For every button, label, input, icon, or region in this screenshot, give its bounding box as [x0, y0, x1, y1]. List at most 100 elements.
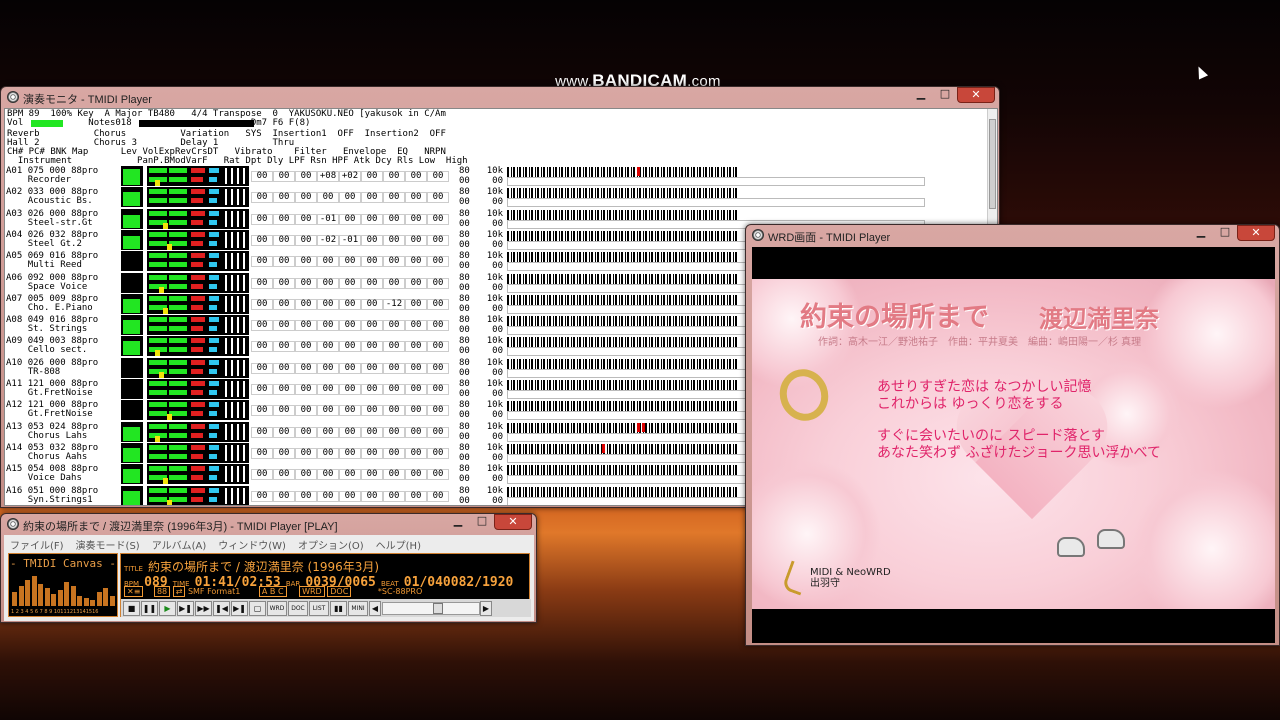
eq-nrpn-values: 80 10k 00 00 — [459, 272, 503, 293]
minimize-button[interactable]: ▁ — [909, 87, 933, 103]
fast-forward-button[interactable]: ▶▶ — [195, 600, 212, 616]
wrd-credits: 作詞：高木一江／野池祐子 作曲：平井夏美 編曲：嶋田陽一／杉 真理 — [818, 337, 1142, 348]
lyric-line: これからは ゆっくり恋をする — [877, 396, 1064, 412]
close-button[interactable]: ✕ — [1237, 225, 1275, 241]
tmidi-canvas[interactable]: - TMIDI Canvas - 1 2 3 4 5 6 7 8 9 10111… — [8, 553, 118, 617]
menu-play-mode[interactable]: 演奏モード(S) — [76, 537, 140, 552]
pause-button[interactable]: ❚❚ — [141, 600, 158, 616]
level-meter — [121, 400, 143, 421]
channel-label: A09 049 003 88pro Cello sect. — [6, 336, 99, 356]
channel-label: A08 049 016 88pro St. Strings — [6, 315, 99, 335]
maximize-button[interactable]: □ — [1213, 225, 1237, 241]
controller-bars — [147, 251, 249, 272]
keyboard-display — [507, 294, 737, 305]
spectrum-bar — [57, 590, 63, 606]
param-values: 00 00 00 -01 00 00 00 00 00 — [251, 213, 449, 225]
channel-row: A02 033 000 88pro Acoustic Bs. 00 00 00 00 00… — [5, 187, 997, 208]
notes-meter — [139, 120, 254, 127]
spectrum-bar — [109, 596, 115, 606]
controller-bars — [147, 421, 249, 442]
minimize-button[interactable]: ▁ — [1189, 225, 1213, 241]
seek-slider-thumb[interactable] — [433, 602, 443, 614]
eq-nrpn-values: 80 10k 00 00 — [459, 464, 503, 485]
level-meter — [121, 208, 143, 229]
app-icon — [7, 518, 19, 530]
stop-button[interactable]: ■ — [123, 600, 140, 616]
controller-bars — [147, 400, 249, 421]
rose-decoration — [1132, 469, 1275, 609]
master-volume-bar — [31, 120, 63, 127]
previous-button[interactable]: ❚◀ — [213, 600, 230, 616]
seek-slider[interactable] — [382, 601, 480, 615]
song-info-panel: TITLE 約束の場所まで / 渡辺満里奈 (1996年3月) BPM 089 … — [120, 553, 531, 617]
menu-file[interactable]: ファイル(F) — [10, 537, 64, 552]
minimize-button[interactable]: ▁ — [446, 514, 470, 530]
eq-nrpn-values: 80 10k 00 00 — [459, 357, 503, 378]
keyboard-display — [507, 273, 737, 284]
level-meter — [121, 187, 143, 208]
menu-help[interactable]: ヘルプ(H) — [376, 537, 421, 552]
canvas-title: - TMIDI Canvas - — [10, 557, 116, 570]
maximize-button[interactable]: □ — [933, 87, 957, 103]
list-button[interactable]: LIST — [309, 600, 329, 616]
param-values: 00 00 00 00 00 00 00 00 00 — [251, 384, 449, 395]
controller-bars — [147, 187, 249, 208]
wrd-button[interactable]: WRD — [267, 600, 287, 616]
next-button[interactable]: ▶❚ — [231, 600, 248, 616]
column-header-2: Instrument PanP.BModVarF Rat Dpt Dly LPF… — [7, 156, 468, 166]
param-values: 00 00 00 +08 +02 00 00 00 00 — [251, 171, 449, 182]
wrd-song-title: 約束の場所まで — [800, 302, 989, 333]
eq-nrpn-values: 80 10k 00 00 — [459, 293, 503, 314]
channel-label: A16 051 000 88pro Syn.Strings1 — [6, 485, 99, 505]
level-meter — [121, 379, 143, 399]
level-meter — [121, 485, 143, 505]
logo-line-2: 出羽守 — [810, 578, 840, 589]
close-button[interactable]: ✕ — [494, 514, 532, 530]
note-history — [507, 177, 925, 186]
keyboard-display — [507, 401, 737, 412]
menu-window[interactable]: ウィンドウ(W) — [218, 537, 286, 552]
control-bar: ■ ❚❚ ▶ ▶❚ ▶▶ ❚◀ ▶❚ ▢ WRD DOC LIST ▮▮ MIN… — [121, 599, 531, 617]
spectrum-button[interactable]: ▮▮ — [330, 600, 347, 616]
mini-button[interactable]: MINI — [348, 600, 368, 616]
scrollbar-thumb[interactable] — [989, 119, 996, 209]
param-values: 00 00 00 00 00 00 00 00 00 — [251, 320, 449, 332]
wrd-titlebar[interactable]: WRD画面 - TMIDI Player ▁ □ ✕ — [746, 225, 1279, 245]
seek-left-button[interactable]: ◀ — [369, 600, 381, 616]
eq-nrpn-values: 80 10k 00 00 — [459, 208, 503, 229]
eq-nrpn-values: 80 10k 00 00 — [459, 421, 503, 442]
keyboard-display — [507, 486, 737, 497]
spectrum-bar — [18, 586, 24, 606]
player-titlebar[interactable]: 約束の場所まで / 渡辺満里奈 (1996年3月) - TMIDI Player… — [1, 514, 536, 534]
maximize-button[interactable]: □ — [470, 514, 494, 530]
controller-bars — [147, 166, 249, 186]
menu-album[interactable]: アルバム(A) — [152, 537, 207, 552]
keyboard-display — [507, 167, 737, 177]
wrd-logo: MIDI & NeoWRD 出羽守 — [810, 567, 891, 589]
window-button[interactable]: ▢ — [249, 600, 266, 616]
close-button[interactable]: ✕ — [957, 87, 995, 103]
level-meter — [121, 357, 143, 378]
shuffle-icon: ⇄ — [172, 586, 186, 597]
menu-options[interactable]: オプション(O) — [298, 537, 364, 552]
param-values: 00 00 00 00 00 00 00 00 00 — [251, 277, 449, 289]
eq-nrpn-values: 80 10k 00 00 — [459, 379, 503, 399]
spectrum-bar — [70, 586, 76, 606]
keyboard-display — [507, 465, 737, 476]
seek-right-button[interactable]: ▶ — [480, 600, 492, 616]
level-meter — [121, 293, 143, 314]
param-values: 00 00 00 00 00 00 00 00 00 — [251, 192, 449, 204]
param-values: 00 00 00 00 00 00 00 00 00 — [251, 362, 449, 374]
param-values: 00 00 00 00 00 00 00 00 00 — [251, 426, 449, 438]
monitor-titlebar[interactable]: 演奏モニタ - TMIDI Player ▁ □ ✕ — [1, 87, 999, 107]
spectrum-bar — [103, 588, 108, 606]
step-button[interactable]: ▶❚ — [177, 600, 194, 616]
module-name: *SC-88PRO — [377, 587, 423, 596]
channel-label: A02 033 000 88pro Acoustic Bs. — [6, 187, 99, 207]
doc-button[interactable]: DOC — [288, 600, 308, 616]
play-button[interactable]: ▶ — [159, 600, 176, 616]
channel-row: A01 075 000 88pro Recorder 00 00 00 +08 +02 00… — [5, 166, 997, 187]
controller-bars — [147, 464, 249, 485]
player-title: 約束の場所まで / 渡辺満里奈 (1996年3月) - TMIDI Player… — [23, 521, 338, 533]
wrd-window: WRD画面 - TMIDI Player ▁ □ ✕ 約束の場所まで 渡辺満里奈… — [745, 224, 1280, 646]
